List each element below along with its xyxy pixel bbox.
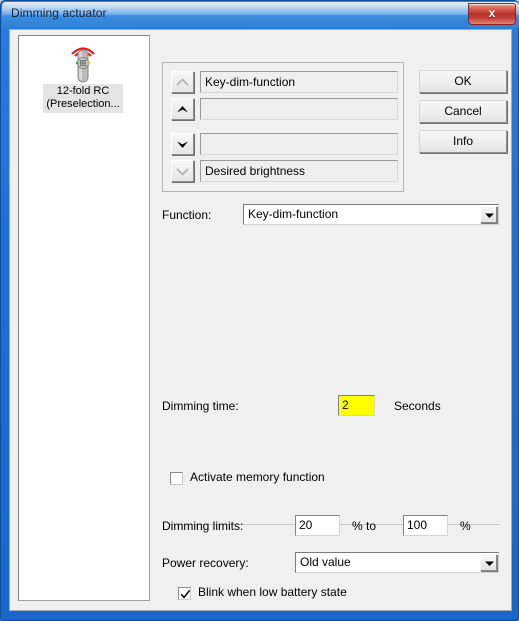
info-button[interactable]: Info bbox=[419, 130, 507, 153]
power-recovery-label: Power recovery: bbox=[162, 556, 249, 570]
chevron-down-icon[interactable] bbox=[480, 554, 497, 571]
activate-memory-label: Activate memory function bbox=[190, 470, 325, 484]
dimming-time-label: Dimming time: bbox=[162, 399, 239, 413]
dimming-limit-min-input[interactable]: 20 bbox=[295, 515, 340, 536]
function-order-group: Key-dim-function Desired brightness bbox=[162, 62, 404, 192]
activate-memory-checkbox[interactable] bbox=[170, 472, 183, 485]
tree-item-rc[interactable]: 12-fold RC (Preselection... bbox=[25, 42, 141, 113]
check-icon bbox=[180, 589, 191, 599]
move-down-button[interactable] bbox=[171, 133, 194, 155]
remote-control-icon bbox=[63, 42, 103, 84]
title-bar: Dimming actuator x bbox=[2, 2, 519, 28]
ok-button[interactable]: OK bbox=[419, 70, 507, 93]
client-area: 12-fold RC (Preselection... OK Cancel Inf… bbox=[9, 29, 512, 611]
order-field-3[interactable] bbox=[200, 133, 398, 155]
close-button[interactable]: x bbox=[468, 3, 516, 25]
function-label: Function: bbox=[162, 208, 212, 222]
device-tree-panel[interactable]: 12-fold RC (Preselection... bbox=[18, 35, 150, 601]
tree-item-label: 12-fold RC (Preselection... bbox=[43, 84, 123, 113]
blink-low-battery-label: Blink when low battery state bbox=[198, 585, 347, 599]
dimming-limit-max-input[interactable]: 100 bbox=[403, 515, 448, 536]
order-field-4[interactable]: Desired brightness bbox=[200, 160, 398, 182]
power-recovery-select-value: Old value bbox=[300, 555, 351, 569]
blink-low-battery-checkbox[interactable] bbox=[178, 587, 191, 600]
dimming-time-input[interactable]: 2 bbox=[338, 395, 375, 416]
close-icon: x bbox=[488, 6, 496, 20]
tree-item-label-line2: (Preselection... bbox=[46, 98, 120, 110]
window-title: Dimming actuator bbox=[11, 6, 107, 20]
cancel-button[interactable]: Cancel bbox=[419, 100, 507, 123]
dimming-limits-unit-label: % bbox=[460, 519, 471, 533]
power-recovery-select[interactable]: Old value bbox=[295, 552, 499, 573]
move-bottom-button[interactable] bbox=[171, 160, 194, 182]
dimming-limits-mid-label: % to bbox=[352, 519, 377, 533]
chevron-down-icon[interactable] bbox=[480, 206, 497, 223]
tree-item-label-line1: 12-fold RC bbox=[56, 85, 110, 97]
function-select[interactable]: Key-dim-function bbox=[243, 204, 499, 225]
dimming-limits-label: Dimming limits: bbox=[162, 519, 244, 533]
move-top-button[interactable] bbox=[171, 71, 194, 93]
function-select-value: Key-dim-function bbox=[248, 207, 339, 221]
order-field-2[interactable] bbox=[200, 98, 398, 120]
move-up-button[interactable] bbox=[171, 98, 194, 120]
dimming-time-unit: Seconds bbox=[394, 399, 441, 413]
order-field-1[interactable]: Key-dim-function bbox=[200, 71, 398, 93]
dialog-window: Dimming actuator x 12-fold RC (Preselect… bbox=[0, 0, 519, 621]
